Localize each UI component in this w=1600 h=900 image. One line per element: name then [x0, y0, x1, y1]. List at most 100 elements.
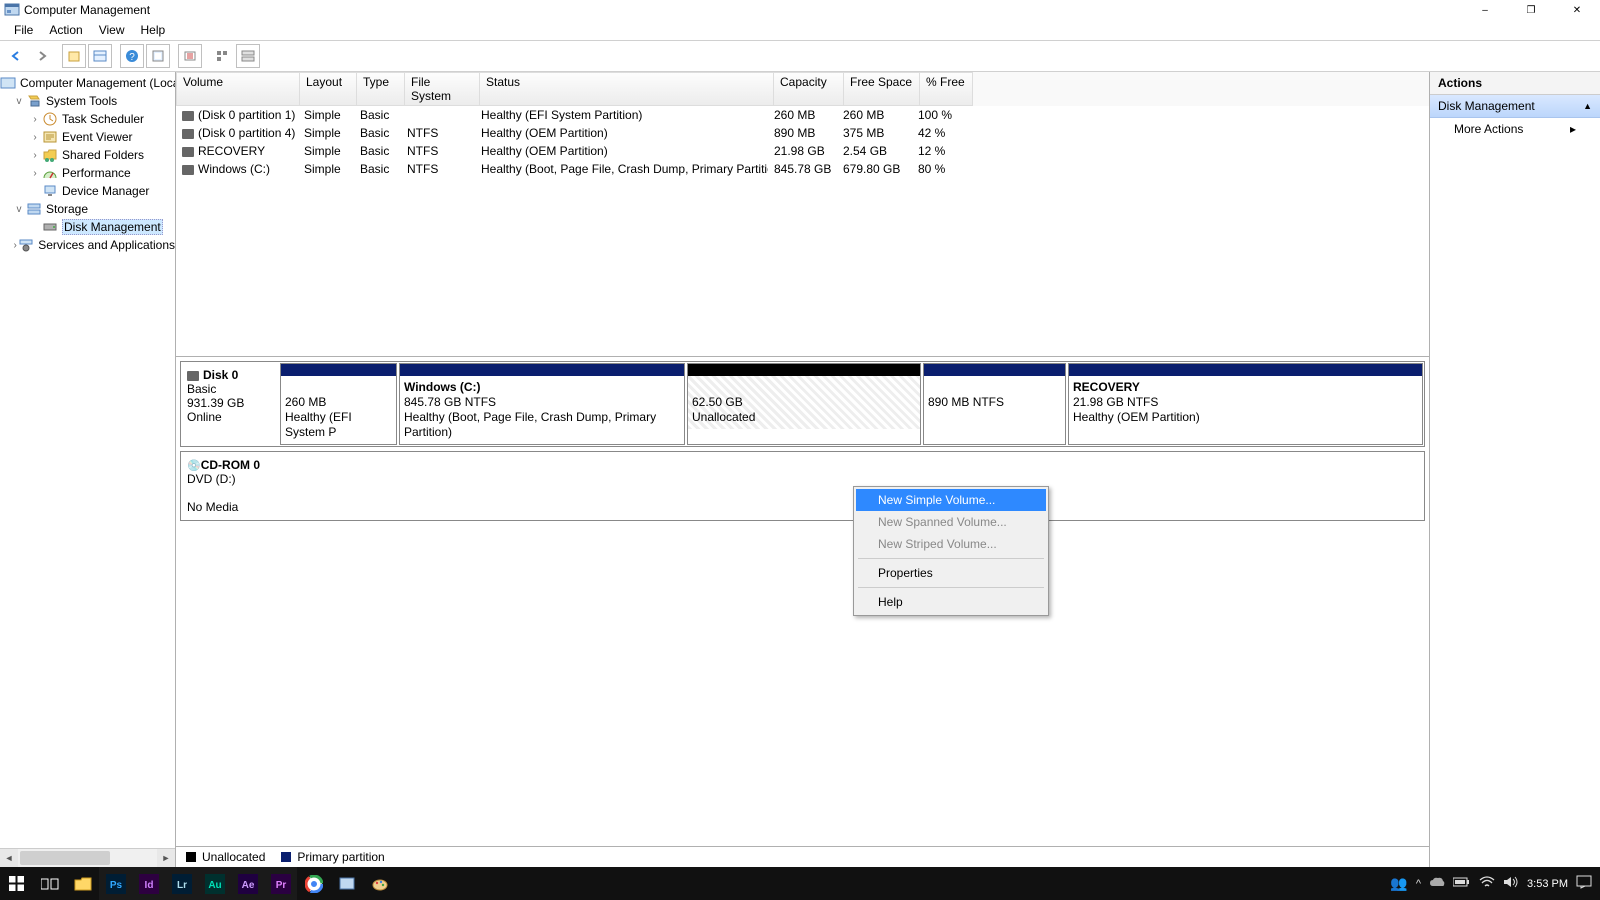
nav-forward-button[interactable]	[30, 44, 54, 68]
svg-text:?: ?	[129, 52, 135, 63]
partition-unallocated[interactable]: 62.50 GBUnallocated	[687, 363, 921, 445]
menu-view[interactable]: View	[91, 21, 133, 39]
tree-disk-management[interactable]: Disk Management	[0, 218, 175, 236]
actions-pane: Actions Disk Management▲ More Actions▸	[1430, 72, 1600, 867]
expand-icon[interactable]: ›	[28, 168, 42, 179]
tray-wifi-icon[interactable]	[1479, 876, 1495, 891]
svg-text:Pr: Pr	[275, 880, 286, 891]
ctx-separator	[858, 558, 1044, 559]
col-freespace[interactable]: Free Space	[844, 72, 920, 106]
expand-icon[interactable]: ›	[28, 132, 42, 143]
toolbar-button-3[interactable]	[146, 44, 170, 68]
computer-management-taskbar-icon[interactable]	[330, 867, 363, 900]
ctx-help[interactable]: Help	[856, 591, 1046, 613]
legend: Unallocated Primary partition	[176, 846, 1429, 867]
app-icon-ae[interactable]: Ae	[231, 867, 264, 900]
partition-windows-c[interactable]: Windows (C:)845.78 GB NTFSHealthy (Boot,…	[399, 363, 685, 445]
task-view-button[interactable]	[33, 867, 66, 900]
actions-section[interactable]: Disk Management▲	[1430, 95, 1600, 118]
ctx-properties[interactable]: Properties	[856, 562, 1046, 584]
col-type[interactable]: Type	[357, 72, 405, 106]
navigation-tree: Computer Management (Local v System Tool…	[0, 72, 176, 867]
tray-onedrive-icon[interactable]	[1429, 876, 1445, 891]
ctx-new-spanned-volume: New Spanned Volume...	[856, 511, 1046, 533]
menu-file[interactable]: File	[6, 21, 41, 39]
app-icon-ps[interactable]: Ps	[99, 867, 132, 900]
disk-graphical-view: Disk 0 Basic 931.39 GB Online 260 MBHeal…	[176, 357, 1429, 867]
tree-system-tools[interactable]: v System Tools	[0, 92, 175, 110]
partition-recovery[interactable]: RECOVERY21.98 GB NTFSHealthy (OEM Partit…	[1068, 363, 1423, 445]
col-pctfree[interactable]: % Free	[920, 72, 973, 106]
tray-people-icon[interactable]: 👥	[1390, 875, 1407, 892]
toolbar-button-4[interactable]	[178, 44, 202, 68]
toolbar-button-2[interactable]	[88, 44, 112, 68]
col-status[interactable]: Status	[480, 72, 774, 106]
disk-icon	[187, 371, 199, 381]
partition-efi[interactable]: 260 MBHealthy (EFI System P	[280, 363, 397, 445]
tree-task-scheduler[interactable]: ›Task Scheduler	[0, 110, 175, 128]
ctx-new-striped-volume: New Striped Volume...	[856, 533, 1046, 555]
tree-shared-folders[interactable]: ›Shared Folders	[0, 146, 175, 164]
window-title: Computer Management	[24, 3, 1596, 17]
collapse-icon[interactable]: v	[12, 204, 26, 215]
disk-0-block: Disk 0 Basic 931.39 GB Online 260 MBHeal…	[180, 361, 1425, 447]
app-icon-au[interactable]: Au	[198, 867, 231, 900]
paint-icon[interactable]	[363, 867, 396, 900]
title-bar: Computer Management – ❐ ✕	[0, 0, 1600, 20]
volume-row[interactable]: (Disk 0 partition 1)SimpleBasicHealthy (…	[176, 106, 1429, 124]
tray-clock[interactable]: 3:53 PM	[1527, 878, 1568, 890]
tray-chevron-icon[interactable]: ^	[1416, 878, 1421, 890]
disk-0-info[interactable]: Disk 0 Basic 931.39 GB Online	[181, 362, 279, 446]
app-icon-pr[interactable]: Pr	[264, 867, 297, 900]
app-icon-lr[interactable]: Lr	[165, 867, 198, 900]
partition-oem[interactable]: 890 MB NTFS	[923, 363, 1066, 445]
context-menu: New Simple Volume... New Spanned Volume.…	[853, 486, 1049, 616]
menu-action[interactable]: Action	[41, 21, 90, 39]
svg-text:Lr: Lr	[177, 880, 187, 891]
file-explorer-icon[interactable]	[66, 867, 99, 900]
chevron-right-icon: ▸	[1570, 122, 1576, 136]
nav-back-button[interactable]	[4, 44, 28, 68]
col-capacity[interactable]: Capacity	[774, 72, 844, 106]
svg-text:Ps: Ps	[109, 880, 122, 891]
expand-icon[interactable]: ›	[28, 114, 42, 125]
expand-icon[interactable]: ›	[28, 150, 42, 161]
tray-battery-icon[interactable]	[1453, 877, 1471, 890]
legend-primary: Primary partition	[297, 850, 384, 864]
menu-help[interactable]: Help	[133, 21, 174, 39]
tray-volume-icon[interactable]	[1503, 875, 1519, 892]
svg-text:Au: Au	[208, 880, 221, 891]
col-filesystem[interactable]: File System	[405, 72, 480, 106]
tree-event-viewer[interactable]: ›Event Viewer	[0, 128, 175, 146]
cdrom-info[interactable]: 💿CD-ROM 0 DVD (D:) No Media	[181, 452, 279, 520]
toolbar-button-6[interactable]	[236, 44, 260, 68]
volume-row[interactable]: RECOVERYSimpleBasicNTFSHealthy (OEM Part…	[176, 142, 1429, 160]
start-button[interactable]	[0, 867, 33, 900]
tree-device-manager[interactable]: Device Manager	[0, 182, 175, 200]
tree-scrollbar[interactable]: ◄ ►	[0, 848, 175, 867]
help-button[interactable]: ?	[120, 44, 144, 68]
volume-row[interactable]: Windows (C:)SimpleBasicNTFSHealthy (Boot…	[176, 160, 1429, 178]
tree-services[interactable]: ›Services and Applications	[0, 236, 175, 254]
col-volume[interactable]: Volume	[176, 72, 300, 106]
volume-list-header: Volume Layout Type File System Status Ca…	[176, 72, 1429, 106]
close-button[interactable]: ✕	[1554, 0, 1600, 20]
col-layout[interactable]: Layout	[300, 72, 357, 106]
tree-storage[interactable]: vStorage	[0, 200, 175, 218]
tree-root[interactable]: Computer Management (Local	[0, 74, 175, 92]
chrome-icon[interactable]	[297, 867, 330, 900]
actions-more[interactable]: More Actions▸	[1430, 118, 1600, 140]
ctx-separator	[858, 587, 1044, 588]
volume-row[interactable]: (Disk 0 partition 4)SimpleBasicNTFSHealt…	[176, 124, 1429, 142]
app-icon-1[interactable]: Id	[132, 867, 165, 900]
toolbar-button-5[interactable]	[210, 44, 234, 68]
maximize-button[interactable]: ❐	[1508, 0, 1554, 20]
expand-icon[interactable]: v	[12, 96, 26, 107]
tree-performance[interactable]: ›Performance	[0, 164, 175, 182]
tray-notifications-icon[interactable]	[1576, 875, 1592, 892]
main-content: Volume Layout Type File System Status Ca…	[176, 72, 1430, 867]
toolbar-button-1[interactable]	[62, 44, 86, 68]
ctx-new-simple-volume[interactable]: New Simple Volume...	[856, 489, 1046, 511]
menu-bar: File Action View Help	[0, 20, 1600, 41]
minimize-button[interactable]: –	[1462, 0, 1508, 20]
